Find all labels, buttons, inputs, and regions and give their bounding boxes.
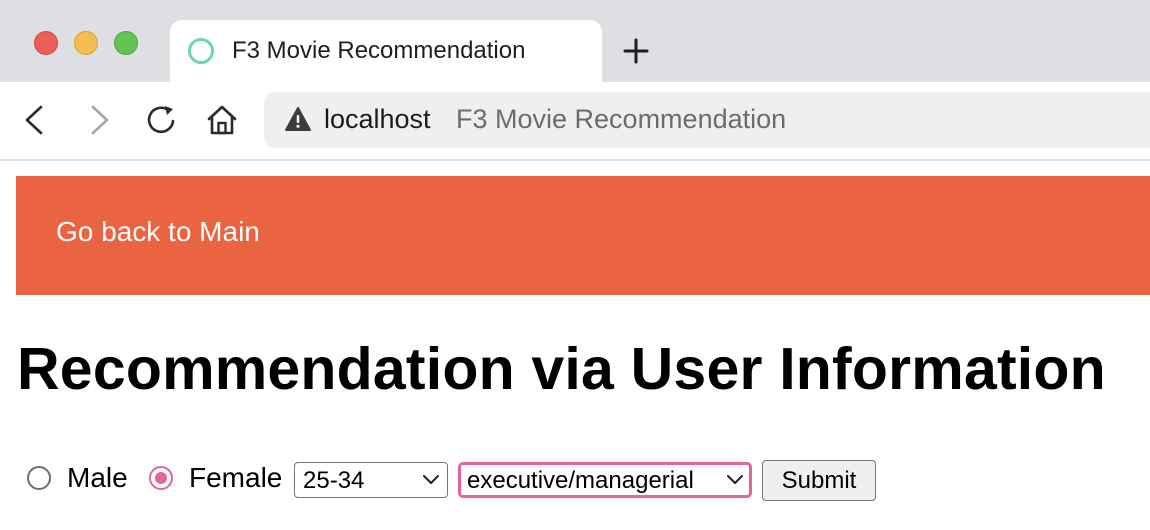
page-content: Go back to Main Recommendation via User … xyxy=(0,161,1150,530)
url-host: localhost xyxy=(324,104,431,134)
user-info-form: Male Female 25-34 executive/managerial S… xyxy=(0,460,1150,504)
browser-window: F3 Movie Recommendation localhost F3 Mov… xyxy=(0,0,1150,530)
reload-button[interactable] xyxy=(142,100,182,140)
circle-favicon-icon xyxy=(188,38,214,64)
forward-icon xyxy=(91,105,109,135)
occupation-select[interactable]: executive/managerial xyxy=(458,462,752,498)
gender-radio-female[interactable] xyxy=(149,466,173,490)
address-bar[interactable]: localhost F3 Movie Recommendation xyxy=(264,92,1150,148)
back-button[interactable] xyxy=(14,100,54,140)
chevron-down-icon xyxy=(727,475,743,484)
chevron-down-icon xyxy=(423,475,439,484)
minimize-window-button[interactable] xyxy=(74,31,98,55)
plus-icon xyxy=(623,38,649,64)
gender-label-male[interactable]: Male xyxy=(67,462,128,494)
home-button[interactable] xyxy=(202,100,242,140)
gender-radio-male[interactable] xyxy=(27,466,51,490)
submit-button[interactable]: Submit xyxy=(762,460,876,501)
home-icon xyxy=(207,105,237,135)
age-select-value: 25-34 xyxy=(303,467,365,494)
url-page-title: F3 Movie Recommendation xyxy=(456,104,787,134)
page-title: Recommendation via User Information xyxy=(17,336,1106,402)
back-icon xyxy=(25,105,43,135)
tab-strip: F3 Movie Recommendation xyxy=(0,0,1150,82)
reload-icon xyxy=(147,106,175,134)
age-select[interactable]: 25-34 xyxy=(294,462,448,498)
tab-title: F3 Movie Recommendation xyxy=(232,37,526,64)
tab-active[interactable]: F3 Movie Recommendation xyxy=(170,20,602,82)
occupation-select-value: executive/managerial xyxy=(467,467,694,494)
forward-button[interactable] xyxy=(80,100,120,140)
new-tab-button[interactable] xyxy=(620,35,652,67)
maximize-window-button[interactable] xyxy=(114,31,138,55)
go-back-to-main-link[interactable]: Go back to Main xyxy=(56,216,260,248)
gender-label-female[interactable]: Female xyxy=(189,462,282,494)
close-window-button[interactable] xyxy=(34,31,58,55)
browser-toolbar: localhost F3 Movie Recommendation xyxy=(0,82,1150,161)
nav-banner: Go back to Main xyxy=(16,176,1150,295)
warning-icon[interactable] xyxy=(284,106,312,132)
